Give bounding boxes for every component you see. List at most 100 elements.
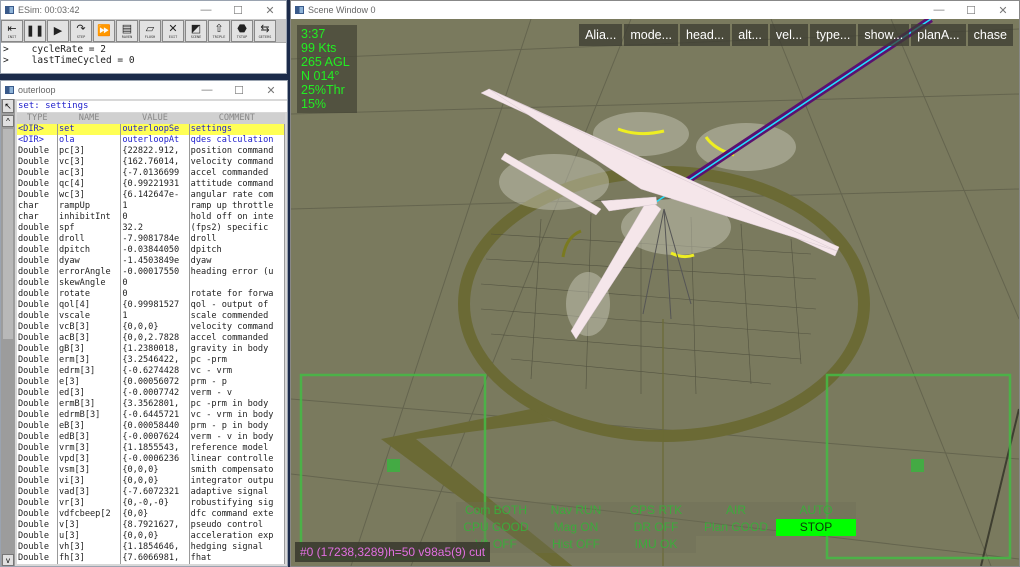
table-row[interactable]: Double ac[3] {-7.0136699 accel commanded [17,168,286,179]
table-row[interactable]: <DIR> ola outerloopAt qdes calculation [17,135,286,146]
cell-value[interactable]: 32.2 [120,223,190,234]
table-row[interactable]: Double vdfcbeep[2 {0,0} dfc command exte [17,509,286,520]
cell-value[interactable]: {1.2380018, [120,344,190,355]
menu-button-show[interactable]: show... [858,24,910,46]
table-row[interactable]: double skewAngle 0 [17,278,286,289]
menu-button-alia[interactable]: Alia... [579,24,623,46]
3d-viewport[interactable]: 3:37 99 Kts 265 AGL N 014° 25%Thr 15% Al… [291,19,1019,566]
column-header-name[interactable]: NAME [57,113,121,124]
table-row[interactable]: char rampUp 1 ramp up throttle [17,201,286,212]
table-row[interactable]: Double vh[3] {1.1854646, hedging signal [17,542,286,553]
cell-value[interactable]: {22822.912, [120,146,190,157]
flush-button[interactable]: ▱ FLUSH [139,20,161,42]
cell-value[interactable]: 0 [120,212,190,223]
scene-titlebar[interactable]: Scene Window 0 — ☐ ✕ [291,1,1019,19]
table-row[interactable]: Double acB[3] {0,0,2.7828 accel commanded [17,333,286,344]
table-row[interactable]: Double vpd[3] {-0.0006236 linear controlle [17,454,286,465]
table-row[interactable]: Double vrm[3] {1.1855543, reference model [17,443,286,454]
triple-button[interactable]: ⇧ TRIPLE [208,20,230,42]
cell-value[interactable]: {0,0,0} [120,465,190,476]
close-button[interactable]: ✕ [254,1,286,19]
cell-value[interactable]: -7.9081784e [120,234,190,245]
minimize-button[interactable]: — [923,1,955,19]
cell-value[interactable]: -0.03844050 [120,245,190,256]
table-row[interactable]: <DIR> set outerloopSe settings [17,124,286,135]
scene-button[interactable]: ◩ SCENE [185,20,207,42]
scroll-up-button[interactable]: ^ [2,115,14,127]
table-row[interactable]: Double vad[3] {-7.6072321 adaptive signal [17,487,286,498]
esim-console[interactable]: > cycleRate = 2 > lastTimeCycled = 0 [1,43,286,66]
cell-value[interactable]: {0.00056072 [120,377,190,388]
run-button[interactable]: ▶ [47,20,69,42]
scroll-down-button[interactable]: v [2,554,14,566]
cell-value[interactable]: {7.6066981, [120,553,190,564]
menu-button-chase[interactable]: chase [967,24,1013,46]
table-row[interactable]: Double edrmB[3] {-0.6445721 vc - vrm in bod… [17,410,286,421]
table-row[interactable]: double vscale 1 scale commended [17,311,286,322]
cell-value[interactable]: 0 [120,289,190,300]
table-row[interactable]: Double qc[4] {0.99221931 attitude command [17,179,286,190]
cell-value[interactable]: {-0.6445721 [120,410,190,421]
step-button[interactable]: ↷ STEP [70,20,92,42]
parent-dir-button[interactable]: ↖ [2,99,14,113]
cell-value[interactable]: {0.00058440 [120,421,190,432]
cell-value[interactable]: {0,0,2.7828 [120,333,190,344]
exit-button[interactable]: ✕ EXIT [162,20,184,42]
cell-value[interactable]: {0,0,0} [120,531,190,542]
cell-value[interactable]: outerloopAt [120,135,190,146]
table-row[interactable]: Double eB[3] {0.00058440 prm - p in body [17,421,286,432]
menu-button-type[interactable]: type... [810,24,857,46]
cell-value[interactable]: {8.7921627, [120,520,190,531]
init-button[interactable]: ⇤ INIT [1,20,23,42]
table-row[interactable]: Double v[3] {8.7921627, pseudo control [17,520,286,531]
table-row[interactable]: Double vcB[3] {0,0,0} velocity command [17,322,286,333]
table-row[interactable]: Double vi[3] {0,0,0} integrator outpu [17,476,286,487]
cell-value[interactable]: {0.99981527 [120,300,190,311]
cell-value[interactable]: {0,-0,-0} [120,498,190,509]
table-row[interactable]: Double vc[3] {162.76014, velocity command [17,157,286,168]
scroll-thumb[interactable] [3,129,13,339]
cell-value[interactable]: {0,0,0} [120,476,190,487]
outerloop-titlebar[interactable]: outerloop — ☐ ✕ [1,81,287,99]
cell-value[interactable]: {1.1854646, [120,542,190,553]
cell-value[interactable]: outerloopSe [120,124,190,135]
raven-button[interactable]: ▤ RAVEN [116,20,138,42]
fast-forward-button[interactable]: ⏩ [93,20,115,42]
table-row[interactable]: Double u[3] {0,0,0} acceleration exp [17,531,286,542]
table-row[interactable]: Double qol[4] {0.99981527 qol - output of [17,300,286,311]
column-header-comment[interactable]: COMMENT [189,113,285,124]
close-button[interactable]: ✕ [255,81,287,99]
pause-button[interactable]: ❚❚ [24,20,46,42]
cell-value[interactable]: {-7.0136699 [120,168,190,179]
cell-value[interactable]: 0 [120,278,190,289]
table-row[interactable]: Double ermB[3] {3.3562801, pc -prm in body [17,399,286,410]
maximize-button[interactable]: ☐ [222,1,254,19]
cell-value[interactable]: {1.1855543, [120,443,190,454]
cell-value[interactable]: {-0.6274428 [120,366,190,377]
cell-value[interactable]: {-0.0006236 [120,454,190,465]
geters-button[interactable]: ⇆ GETERS [254,20,276,42]
table-row[interactable]: double errorAngle -0.00017550 heading error… [17,267,286,278]
table-row[interactable]: double spf 32.2 (fps2) specific [17,223,286,234]
menu-button-vel[interactable]: vel... [769,24,809,46]
close-button[interactable]: ✕ [987,1,1019,19]
column-header-type[interactable]: TYPE [17,113,58,124]
table-row[interactable]: Double wc[3] {6.142647e-angular rate com [17,190,286,201]
table-row[interactable]: Double edrm[3] {-0.6274428 vc - vrm [17,366,286,377]
cell-value[interactable]: {6.142647e- [120,190,190,201]
tstop-button[interactable]: ⬣ TSTOP [231,20,253,42]
table-row[interactable]: Double e[3] {0.00056072 prm - p [17,377,286,388]
cell-value[interactable]: 1 [120,311,190,322]
menu-button-alt[interactable]: alt... [732,24,768,46]
minimize-button[interactable]: — [190,1,222,19]
esim-titlebar[interactable]: ESim: 00:03:42 — ☐ ✕ [1,1,286,19]
table-row[interactable]: Double vr[3] {0,-0,-0} robustifying sig [17,498,286,509]
table-row[interactable]: Double edB[3] {-0.0007624 verm - v in body [17,432,286,443]
cell-value[interactable]: {-0.0007624 [120,432,190,443]
table-row[interactable]: Double fh[3] {7.6066981, fhat [17,553,286,564]
cell-value[interactable]: {3.3562801, [120,399,190,410]
minimize-button[interactable]: — [191,81,223,99]
cell-value[interactable]: {0,0,0} [120,322,190,333]
status-stop[interactable]: STOP [776,519,856,536]
menu-button-plana[interactable]: planA... [911,24,966,46]
